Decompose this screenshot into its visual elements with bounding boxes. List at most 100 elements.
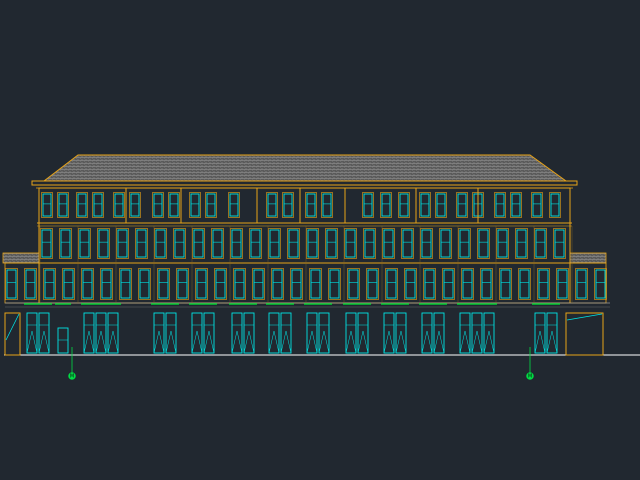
window-floor2-25: [481, 269, 492, 299]
windows-floor-3: [40, 228, 566, 259]
window-floor4-11: [267, 193, 277, 217]
window-floor3-11: [250, 229, 261, 258]
window-floor2-30: [576, 269, 587, 299]
window-floor3-5: [136, 229, 147, 258]
window-floor3-25: [516, 229, 527, 258]
window-floor2-17: [329, 269, 340, 299]
window-floor3-0: [41, 229, 52, 258]
grid-marker-left-label: M: [70, 374, 74, 380]
window-floor4-10: [229, 193, 239, 217]
window-floor2-16: [310, 269, 321, 299]
window-floor4-1: [58, 193, 68, 217]
window-floor4-7: [169, 193, 179, 217]
window-floor3-19: [402, 229, 413, 258]
window-floor2-7: [139, 269, 150, 299]
window-floor2-15: [291, 269, 302, 299]
window-floor3-14: [307, 229, 318, 258]
window-floor2-8: [158, 269, 169, 299]
window-floor4-0: [42, 193, 52, 217]
window-floor4-17: [399, 193, 409, 217]
window-floor2-6: [120, 269, 131, 299]
grid-marker-right: M: [526, 347, 534, 380]
window-floor3-23: [478, 229, 489, 258]
window-floor2-24: [462, 269, 473, 299]
window-floor2-29: [557, 269, 568, 299]
window-floor4-4: [114, 193, 124, 217]
window-floor4-6: [153, 193, 163, 217]
window-floor2-11: [215, 269, 226, 299]
left-wing: [4, 262, 40, 304]
window-floor3-22: [459, 229, 470, 258]
window-floor2-13: [253, 269, 264, 299]
window-floor4-18: [420, 193, 430, 217]
window-floor3-18: [383, 229, 394, 258]
window-floor4-3: [93, 193, 103, 217]
window-floor2-14: [272, 269, 283, 299]
window-floor3-21: [440, 229, 451, 258]
window-floor3-8: [193, 229, 204, 258]
window-floor4-24: [532, 193, 542, 217]
window-floor4-23: [511, 193, 521, 217]
window-floor3-15: [326, 229, 337, 258]
window-floor3-9: [212, 229, 223, 258]
window-floor3-27: [554, 229, 565, 258]
window-floor4-22: [495, 193, 505, 217]
window-floor2-23: [443, 269, 454, 299]
window-floor3-2: [79, 229, 90, 258]
window-floor3-26: [535, 229, 546, 258]
window-floor2-28: [538, 269, 549, 299]
right-wing-cap: [569, 252, 607, 264]
window-floor3-13: [288, 229, 299, 258]
window-floor2-26: [500, 269, 511, 299]
window-floor3-3: [98, 229, 109, 258]
window-floor4-15: [363, 193, 373, 217]
window-floor3-7: [174, 229, 185, 258]
windows-floor-4: [41, 188, 561, 223]
window-floor4-9: [206, 193, 216, 217]
roof: [42, 154, 568, 182]
upper-body: [38, 187, 571, 304]
window-floor2-20: [386, 269, 397, 299]
right-gate-diag: [566, 313, 603, 321]
window-floor2-9: [177, 269, 188, 299]
grid-marker-left: M: [68, 347, 76, 380]
window-floor4-16: [381, 193, 391, 217]
window-floor3-6: [155, 229, 166, 258]
window-floor4-5: [130, 193, 140, 217]
window-floor2-22: [424, 269, 435, 299]
roof-cornice: [31, 180, 578, 186]
window-floor2-2: [44, 269, 55, 299]
window-floor4-8: [190, 193, 200, 217]
window-floor4-25: [550, 193, 560, 217]
window-floor2-27: [519, 269, 530, 299]
left-gate: [4, 312, 21, 356]
window-floor3-1: [60, 229, 71, 258]
shopfronts-ground-floor: [24, 303, 560, 354]
window-floor2-4: [82, 269, 93, 299]
window-floor4-20: [457, 193, 467, 217]
window-floor2-3: [63, 269, 74, 299]
window-floor3-20: [421, 229, 432, 258]
window-floor3-10: [231, 229, 242, 258]
window-floor2-0: [6, 269, 17, 299]
window-floor2-12: [234, 269, 245, 299]
window-floor3-17: [364, 229, 375, 258]
window-floor4-14: [322, 193, 332, 217]
window-floor4-19: [436, 193, 446, 217]
window-floor3-16: [345, 229, 356, 258]
elevation-drawing: M M: [2, 154, 640, 380]
window-floor2-21: [405, 269, 416, 299]
window-floor2-18: [348, 269, 359, 299]
window-floor3-4: [117, 229, 128, 258]
window-floor4-2: [77, 193, 87, 217]
window-floor2-19: [367, 269, 378, 299]
cad-viewport[interactable]: M M: [0, 0, 640, 480]
window-floor3-24: [497, 229, 508, 258]
window-floor4-12: [283, 193, 293, 217]
left-gate-diag: [5, 313, 20, 341]
window-floor3-12: [269, 229, 280, 258]
window-floor2-10: [196, 269, 207, 299]
window-floor4-13: [306, 193, 316, 217]
window-floor2-31: [595, 269, 606, 299]
left-wing-cap: [2, 252, 40, 264]
